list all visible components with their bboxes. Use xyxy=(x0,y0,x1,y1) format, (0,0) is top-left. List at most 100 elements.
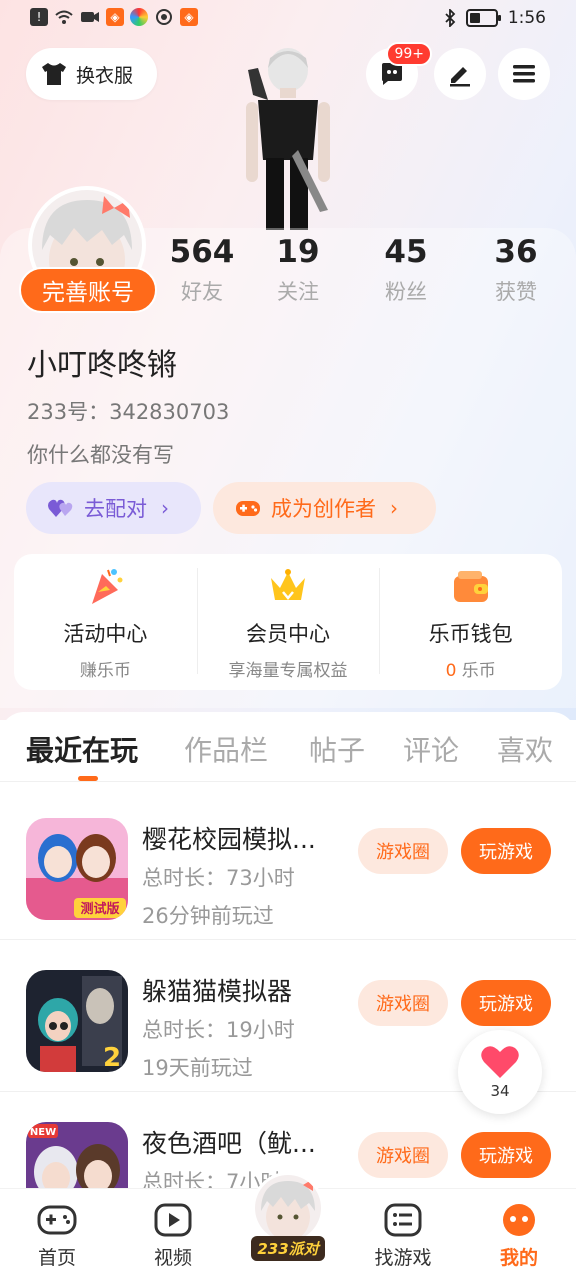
game-name: 樱花校园模拟... xyxy=(142,825,316,854)
shirt-icon xyxy=(42,63,66,85)
party-233-label: 233派对 xyxy=(251,1236,325,1261)
game-circle-button[interactable]: 游戏圈 xyxy=(358,980,448,1026)
menu-button[interactable] xyxy=(498,48,550,100)
stat-following-count: 19 xyxy=(276,234,320,270)
game-name: 躲猫猫模拟器 xyxy=(142,977,293,1006)
user-nickname: 小叮咚咚锵 xyxy=(27,348,177,383)
go-pair-button[interactable]: 去配对 › xyxy=(26,482,201,534)
game-play-time: 总时长：73小时 xyxy=(142,866,295,890)
complete-account-button[interactable]: 完善账号 xyxy=(19,267,157,313)
become-creator-button[interactable]: 成为创作者 › xyxy=(213,482,436,534)
user-id-label: 233号： xyxy=(27,400,110,424)
play-game-button[interactable]: 玩游戏 xyxy=(461,828,551,874)
party-avatar-portrait xyxy=(255,1175,321,1241)
nav-mine-label: 我的 xyxy=(499,1247,538,1269)
game-icon-sakura[interactable]: 测试版 xyxy=(26,818,128,920)
game-last-played: 26分钟前玩过 xyxy=(142,904,274,928)
status-time: 1:56 xyxy=(507,8,546,28)
game-play-time: 总时长：19小时 xyxy=(142,1018,295,1042)
alert-icon: ! xyxy=(30,8,48,26)
bluetooth-icon xyxy=(445,9,456,27)
gamepad-nav-icon xyxy=(37,1205,77,1235)
activity-center-subtitle: 赚乐币 xyxy=(79,661,131,681)
nav-mine[interactable]: 我的 xyxy=(474,1203,564,1270)
play-game-button[interactable]: 玩游戏 xyxy=(461,980,551,1026)
nav-home[interactable]: 首页 xyxy=(12,1203,102,1270)
vip-center-title: 会员中心 xyxy=(246,622,330,646)
nav-find-games[interactable]: 找游戏 xyxy=(358,1203,448,1270)
stat-likes-label: 获赞 xyxy=(495,280,537,304)
game-circle-button[interactable]: 游戏圈 xyxy=(358,1132,448,1178)
tab-likes[interactable]: 喜欢 xyxy=(497,729,553,769)
gamepad-icon xyxy=(236,501,260,516)
tab-recent-played[interactable]: 最近在玩 xyxy=(26,729,138,769)
stat-friends-count: 564 xyxy=(169,234,235,270)
stat-friends-label: 好友 xyxy=(181,280,223,304)
stat-likes[interactable]: 36 获赞 xyxy=(466,234,566,306)
stat-following-label: 关注 xyxy=(277,280,319,304)
record-icon xyxy=(156,9,172,25)
coin-wallet-entry[interactable]: 乐币钱包 0 乐币 xyxy=(379,554,562,690)
status-left-icons: ! ◈ ◈ xyxy=(30,8,198,26)
user-3d-avatar[interactable] xyxy=(228,40,348,230)
chevron-right-icon: › xyxy=(390,496,398,520)
nav-video[interactable]: 视频 xyxy=(128,1203,218,1270)
camera-icon xyxy=(81,12,99,22)
become-creator-label: 成为创作者 xyxy=(271,497,376,521)
coin-wallet-subtitle: 0 乐币 xyxy=(446,656,496,681)
game-cover-art: 2 xyxy=(26,970,128,1072)
activity-center-entry[interactable]: 活动中心 赚乐币 xyxy=(14,554,197,690)
profile-tabs: 最近在玩 作品栏 帖子 评论 喜欢 xyxy=(0,712,576,782)
stat-fans-label: 粉丝 xyxy=(385,280,427,304)
game-icon-tag: 2 xyxy=(103,1043,121,1072)
heart-icon xyxy=(481,1046,519,1078)
game-icon-hide-seek[interactable]: 2 xyxy=(26,970,128,1072)
wifi-icon xyxy=(55,10,73,24)
services-card: 活动中心 赚乐币 会员中心 享海量专属权益 乐币钱包 0 乐币 xyxy=(14,554,562,690)
mine-face-icon xyxy=(503,1204,535,1236)
message-count-badge: 99+ xyxy=(386,42,432,66)
status-right-icons: 1:56 xyxy=(444,8,546,28)
party-popper-icon xyxy=(92,569,123,604)
coin-balance: 0 xyxy=(445,661,457,681)
stat-friends[interactable]: 564 好友 xyxy=(152,234,252,306)
stat-fans-count: 45 xyxy=(384,234,428,270)
coin-unit: 乐币 xyxy=(456,661,496,681)
nav-video-label: 视频 xyxy=(153,1247,192,1269)
pencil-icon xyxy=(450,67,470,87)
nav-home-label: 首页 xyxy=(37,1247,76,1269)
stat-following[interactable]: 19 关注 xyxy=(248,234,348,306)
app-233-icon: ◈ xyxy=(180,8,198,26)
wallet-icon xyxy=(453,571,488,602)
video-play-icon xyxy=(154,1203,192,1237)
game-list-icon xyxy=(384,1203,422,1237)
active-tab-indicator xyxy=(78,776,98,781)
vip-center-entry[interactable]: 会员中心 享海量专属权益 xyxy=(196,554,380,690)
play-game-button[interactable]: 玩游戏 xyxy=(461,1132,551,1178)
tab-comments[interactable]: 评论 xyxy=(403,729,459,769)
nav-find-games-label: 找游戏 xyxy=(374,1247,432,1269)
user-bio[interactable]: 你什么都没有写 xyxy=(27,439,174,469)
hearts-icon xyxy=(48,499,73,517)
like-count: 34 xyxy=(490,1082,510,1100)
game-icon-tag: NEW xyxy=(30,1127,56,1138)
game-last-played: 19天前玩过 xyxy=(142,1056,253,1080)
user-id-row[interactable]: 233号：342830703 xyxy=(27,396,229,426)
game-circle-button[interactable]: 游戏圈 xyxy=(358,828,448,874)
vip-center-subtitle: 享海量专属权益 xyxy=(228,661,348,681)
game-row[interactable]: 测试版 樱花校园模拟... 总时长：73小时 26分钟前玩过 游戏圈 玩游戏 xyxy=(0,788,576,940)
stat-likes-count: 36 xyxy=(494,234,538,270)
messages-button[interactable]: 99+ xyxy=(366,42,432,100)
party-avatar xyxy=(252,1172,324,1244)
stat-fans[interactable]: 45 粉丝 xyxy=(356,234,456,306)
crown-icon xyxy=(271,569,305,600)
tab-works[interactable]: 作品栏 xyxy=(184,729,268,769)
user-id-value: 342830703 xyxy=(109,400,230,424)
game-name: 夜色酒吧（鱿... xyxy=(142,1129,316,1158)
floating-like-button[interactable]: 34 xyxy=(458,1030,542,1114)
edit-profile-button[interactable] xyxy=(434,48,486,100)
tab-posts[interactable]: 帖子 xyxy=(309,729,365,769)
party-233-button[interactable]: 233派对 xyxy=(248,1172,328,1272)
change-outfit-button[interactable]: 换衣服 xyxy=(26,48,157,100)
coin-wallet-title: 乐币钱包 xyxy=(428,622,513,646)
